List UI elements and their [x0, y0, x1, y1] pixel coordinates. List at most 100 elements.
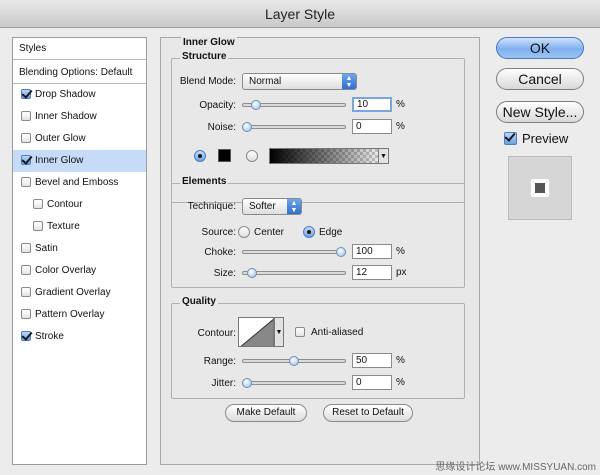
style-item-checkbox[interactable] [21, 111, 31, 121]
source-edge-radio[interactable] [303, 226, 315, 238]
choke-slider-knob[interactable] [336, 247, 346, 257]
range-label: Range: [203, 356, 236, 367]
source-center-radio[interactable] [238, 226, 250, 238]
source-edge-label[interactable]: Edge [319, 227, 342, 238]
preview-thumbnail [508, 156, 572, 220]
opacity-slider-knob[interactable] [251, 100, 262, 110]
quality-group: Quality Contour: ▼ Anti-aliased Range: 5… [171, 296, 465, 399]
style-item-label: Gradient Overlay [35, 287, 111, 298]
choke-input[interactable]: 100 [352, 244, 392, 259]
choke-unit: % [396, 246, 405, 257]
style-item-label: Drop Shadow [35, 89, 96, 100]
style-item-checkbox[interactable] [21, 331, 31, 341]
noise-slider-knob[interactable] [242, 122, 252, 132]
style-item-checkbox[interactable] [21, 309, 31, 319]
jitter-slider-track[interactable] [242, 381, 346, 385]
panel-title: Inner Glow [181, 37, 237, 48]
preview-glow-core [535, 183, 545, 193]
technique-select[interactable]: Softer ▲ ▼ [242, 198, 302, 215]
style-item-drop-shadow[interactable]: Drop Shadow [13, 84, 146, 106]
style-item-label: Contour [47, 199, 83, 210]
size-input[interactable]: 12 [352, 265, 392, 280]
range-unit: % [396, 355, 405, 366]
cancel-button[interactable]: Cancel [496, 68, 584, 90]
style-item-outer-glow[interactable]: Outer Glow [13, 128, 146, 150]
styles-list-header[interactable]: Styles [13, 38, 146, 60]
gradient-radio[interactable] [246, 150, 258, 162]
noise-slider-track[interactable] [242, 125, 346, 129]
jitter-slider-knob[interactable] [242, 378, 252, 388]
glow-color-swatch[interactable] [218, 149, 231, 162]
glow-gradient-picker[interactable]: ▼ [269, 148, 389, 164]
contour-curve-icon [240, 319, 273, 346]
preview-label[interactable]: Preview [522, 131, 568, 146]
window-title: Layer Style [0, 0, 600, 28]
range-input[interactable]: 50 [352, 353, 392, 368]
size-unit: px [396, 267, 407, 278]
choke-label: Choke: [204, 247, 236, 258]
contour-picker[interactable] [238, 317, 274, 347]
range-slider-knob[interactable] [289, 356, 299, 366]
make-default-button[interactable]: Make Default [225, 404, 307, 422]
style-item-checkbox[interactable] [21, 155, 31, 165]
styles-list: Styles Blending Options: Default Drop Sh… [12, 37, 147, 465]
preview-layer [531, 179, 549, 197]
style-item-bevel-and-emboss[interactable]: Bevel and Emboss [13, 172, 146, 194]
noise-label: Noise: [207, 122, 236, 133]
updown-arrows-icon: ▲ ▼ [287, 199, 301, 214]
blend-mode-label: Blend Mode: [179, 76, 236, 87]
jitter-unit: % [396, 377, 405, 388]
anti-aliased-label[interactable]: Anti-aliased [311, 327, 363, 338]
technique-label: Technique: [187, 201, 236, 212]
ok-button[interactable]: OK [496, 37, 584, 59]
solid-color-radio[interactable] [194, 150, 206, 162]
contour-dropdown-arrow-icon[interactable]: ▼ [274, 317, 284, 347]
opacity-unit: % [396, 99, 405, 110]
style-item-label: Satin [35, 243, 58, 254]
style-item-checkbox[interactable] [33, 221, 43, 231]
choke-slider-track[interactable] [242, 250, 346, 254]
style-item-label: Color Overlay [35, 265, 97, 276]
anti-aliased-checkbox[interactable] [295, 327, 305, 337]
elements-group: Elements Technique: Softer ▲ ▼ Source: Ce… [171, 176, 465, 288]
opacity-input[interactable]: 10 [352, 97, 392, 112]
blend-mode-select[interactable]: Normal ▲ ▼ [242, 73, 357, 90]
reset-to-default-button[interactable]: Reset to Default [323, 404, 413, 422]
size-slider-knob[interactable] [246, 268, 257, 278]
style-item-satin[interactable]: Satin [13, 238, 146, 260]
size-slider-track[interactable] [242, 271, 346, 275]
style-item-color-overlay[interactable]: Color Overlay [13, 260, 146, 282]
new-style-button[interactable]: New Style... [496, 101, 584, 123]
source-center-label[interactable]: Center [254, 227, 284, 238]
style-item-checkbox[interactable] [21, 177, 31, 187]
style-item-stroke[interactable]: Stroke [13, 326, 146, 348]
style-item-checkbox[interactable] [21, 89, 31, 99]
style-item-checkbox[interactable] [21, 133, 31, 143]
style-item-label: Stroke [35, 331, 64, 342]
style-item-label: Texture [47, 221, 80, 232]
inner-glow-panel: Inner Glow Structure Blend Mode: Normal … [160, 37, 480, 465]
style-item-pattern-overlay[interactable]: Pattern Overlay [13, 304, 146, 326]
opacity-label: Opacity: [199, 100, 236, 111]
style-item-checkbox[interactable] [21, 265, 31, 275]
style-item-texture[interactable]: Texture [13, 216, 146, 238]
dropdown-arrow-icon: ▼ [378, 148, 389, 164]
style-item-inner-shadow[interactable]: Inner Shadow [13, 106, 146, 128]
blending-options-item[interactable]: Blending Options: Default [13, 62, 146, 84]
style-item-label: Inner Shadow [35, 111, 97, 122]
style-item-inner-glow[interactable]: Inner Glow [13, 150, 146, 172]
preview-checkbox[interactable] [504, 132, 517, 145]
source-label: Source: [201, 227, 236, 238]
style-item-checkbox[interactable] [33, 199, 43, 209]
style-item-checkbox[interactable] [21, 287, 31, 297]
contour-label: Contour: [197, 328, 236, 339]
style-item-gradient-overlay[interactable]: Gradient Overlay [13, 282, 146, 304]
noise-input[interactable]: 0 [352, 119, 392, 134]
style-item-checkbox[interactable] [21, 243, 31, 253]
watermark: 思缘设计论坛 www.MISSYUAN.com [435, 462, 596, 473]
quality-title: Quality [180, 296, 218, 307]
jitter-input[interactable]: 0 [352, 375, 392, 390]
style-item-contour[interactable]: Contour [13, 194, 146, 216]
noise-unit: % [396, 121, 405, 132]
updown-arrows-icon: ▲ ▼ [342, 74, 356, 89]
